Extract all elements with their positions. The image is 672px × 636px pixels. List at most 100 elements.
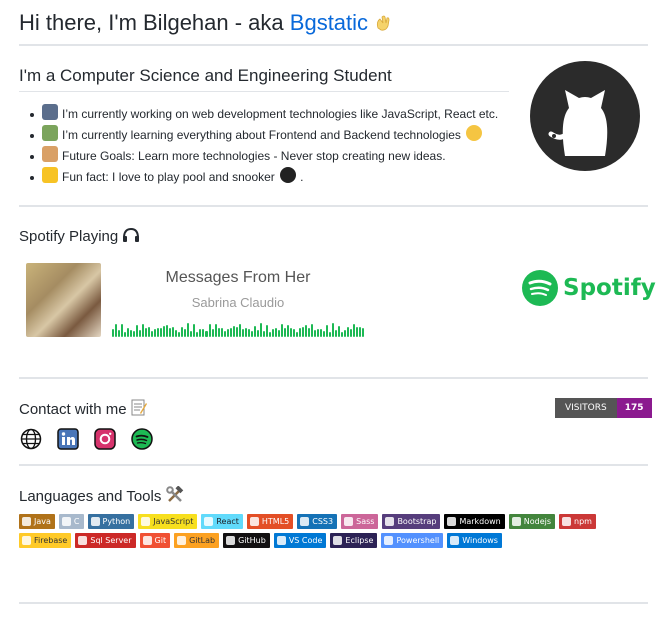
waveform-bar [127,327,130,337]
waveform-bar [184,329,187,337]
badge-java: Java [19,514,55,529]
badge-github: GitHub [223,533,270,548]
waveform-bar [187,323,190,337]
badge-javascript: JavaScript [138,514,198,529]
waveform-bar [226,328,229,337]
waveform-bar [323,331,326,337]
waveform-bar [115,324,118,337]
badge-npm: npm [559,514,596,529]
waveform-bar [121,323,124,337]
intro-list: I’m currently working on web development… [30,104,498,188]
waveform-bar [217,327,220,337]
hammer-and-wrench-icon [165,485,184,503]
badge-html5: HTML5 [246,514,294,529]
song-title[interactable]: Messages From Her [112,269,364,287]
waveform-bar [154,329,157,337]
waveform-bar [181,326,184,337]
waveform-bar [259,323,262,337]
spotify-logo-icon [522,270,558,306]
waveform-bar [223,331,226,337]
spotify-icon[interactable] [131,428,153,450]
badge-nodejs: Nodejs [508,514,556,529]
waveform-bar [268,331,271,337]
waveform-bar [274,327,277,337]
c-icon [61,517,71,526]
java-icon [22,517,31,526]
list-item: I’m currently working on web development… [30,104,498,125]
waveform-bar [350,328,353,337]
badge-sql-server: Sql Server [75,533,136,548]
waveform-bar [145,328,148,337]
waveform-bar [112,329,115,337]
waveform-bar [196,331,199,337]
waveform-bar [283,327,286,337]
css3-icon [300,517,310,526]
waveform-bar [292,328,295,337]
waveform-bar [241,329,244,337]
visitors-label: VISITORS [555,398,617,418]
github-octocat-icon [530,61,640,171]
waveform-bar [353,324,356,337]
vs-code-icon [276,536,286,545]
title-prefix: Hi there, I'm Bilgehan - aka [19,10,290,35]
waveform-bar [202,328,205,337]
waveform-bar [344,329,347,337]
badge-windows: Windows [447,533,502,548]
username-link[interactable]: Bgstatic [290,10,368,35]
album-cover[interactable] [26,263,101,337]
waveform-bar [208,324,211,337]
list-item: I’m currently learning everything about … [30,125,498,146]
divider [19,602,648,604]
instagram-icon[interactable] [94,428,116,450]
waveform-bar [205,330,208,337]
waveform-bar [305,325,308,337]
waveform-bar [133,331,136,337]
waveform-bar [308,327,311,337]
waveform-bar [332,323,335,337]
linkedin-icon[interactable] [57,428,79,450]
powershell-icon [384,536,394,545]
waveform-bar [295,331,298,337]
waveform-bar [362,328,365,337]
divider [19,464,648,466]
divider [19,377,648,379]
javascript-icon [141,517,151,526]
github-icon [226,536,236,545]
waving-hand-icon [374,12,394,31]
waveform-bar [317,328,320,337]
badge-firebase: Firebase [19,533,72,548]
waveform-bar [136,325,139,337]
waveform-bar [314,330,317,337]
windows-icon [450,536,460,545]
waveform-bar [211,328,214,337]
waveform-bar [253,325,256,337]
artist-name[interactable]: Sabrina Claudio [112,295,364,310]
badge-css3: CSS3 [297,514,338,529]
react-icon [204,517,214,526]
waveform-bar [311,324,314,337]
divider [19,205,648,207]
badge-c: C [58,514,84,529]
globe-icon[interactable] [20,428,42,450]
waveform-bar [280,324,283,337]
badge-bootstrap: Bootstrap [382,514,441,529]
headphones-icon [122,227,140,243]
waveform-bar [341,331,344,337]
waveform-bar [229,327,232,337]
waveform-bar [256,330,259,337]
eight-ball-icon [280,167,297,183]
html5-icon [249,517,259,526]
lightning-icon [42,167,58,183]
waveform-bar [178,331,181,337]
waveform-bar [124,331,127,337]
flexed-biceps-icon [42,146,58,162]
waveform-bar [142,323,145,337]
spotify-logo[interactable]: Spotify [522,270,656,306]
waveform-bar [139,330,142,337]
gitlab-icon [177,536,187,545]
waveform-bar [166,325,169,337]
list-item: Future Goals: Learn more technologies - … [30,146,498,167]
visitors-count: 175 [616,398,652,418]
divider [19,44,648,46]
sql-server-icon [78,536,88,545]
